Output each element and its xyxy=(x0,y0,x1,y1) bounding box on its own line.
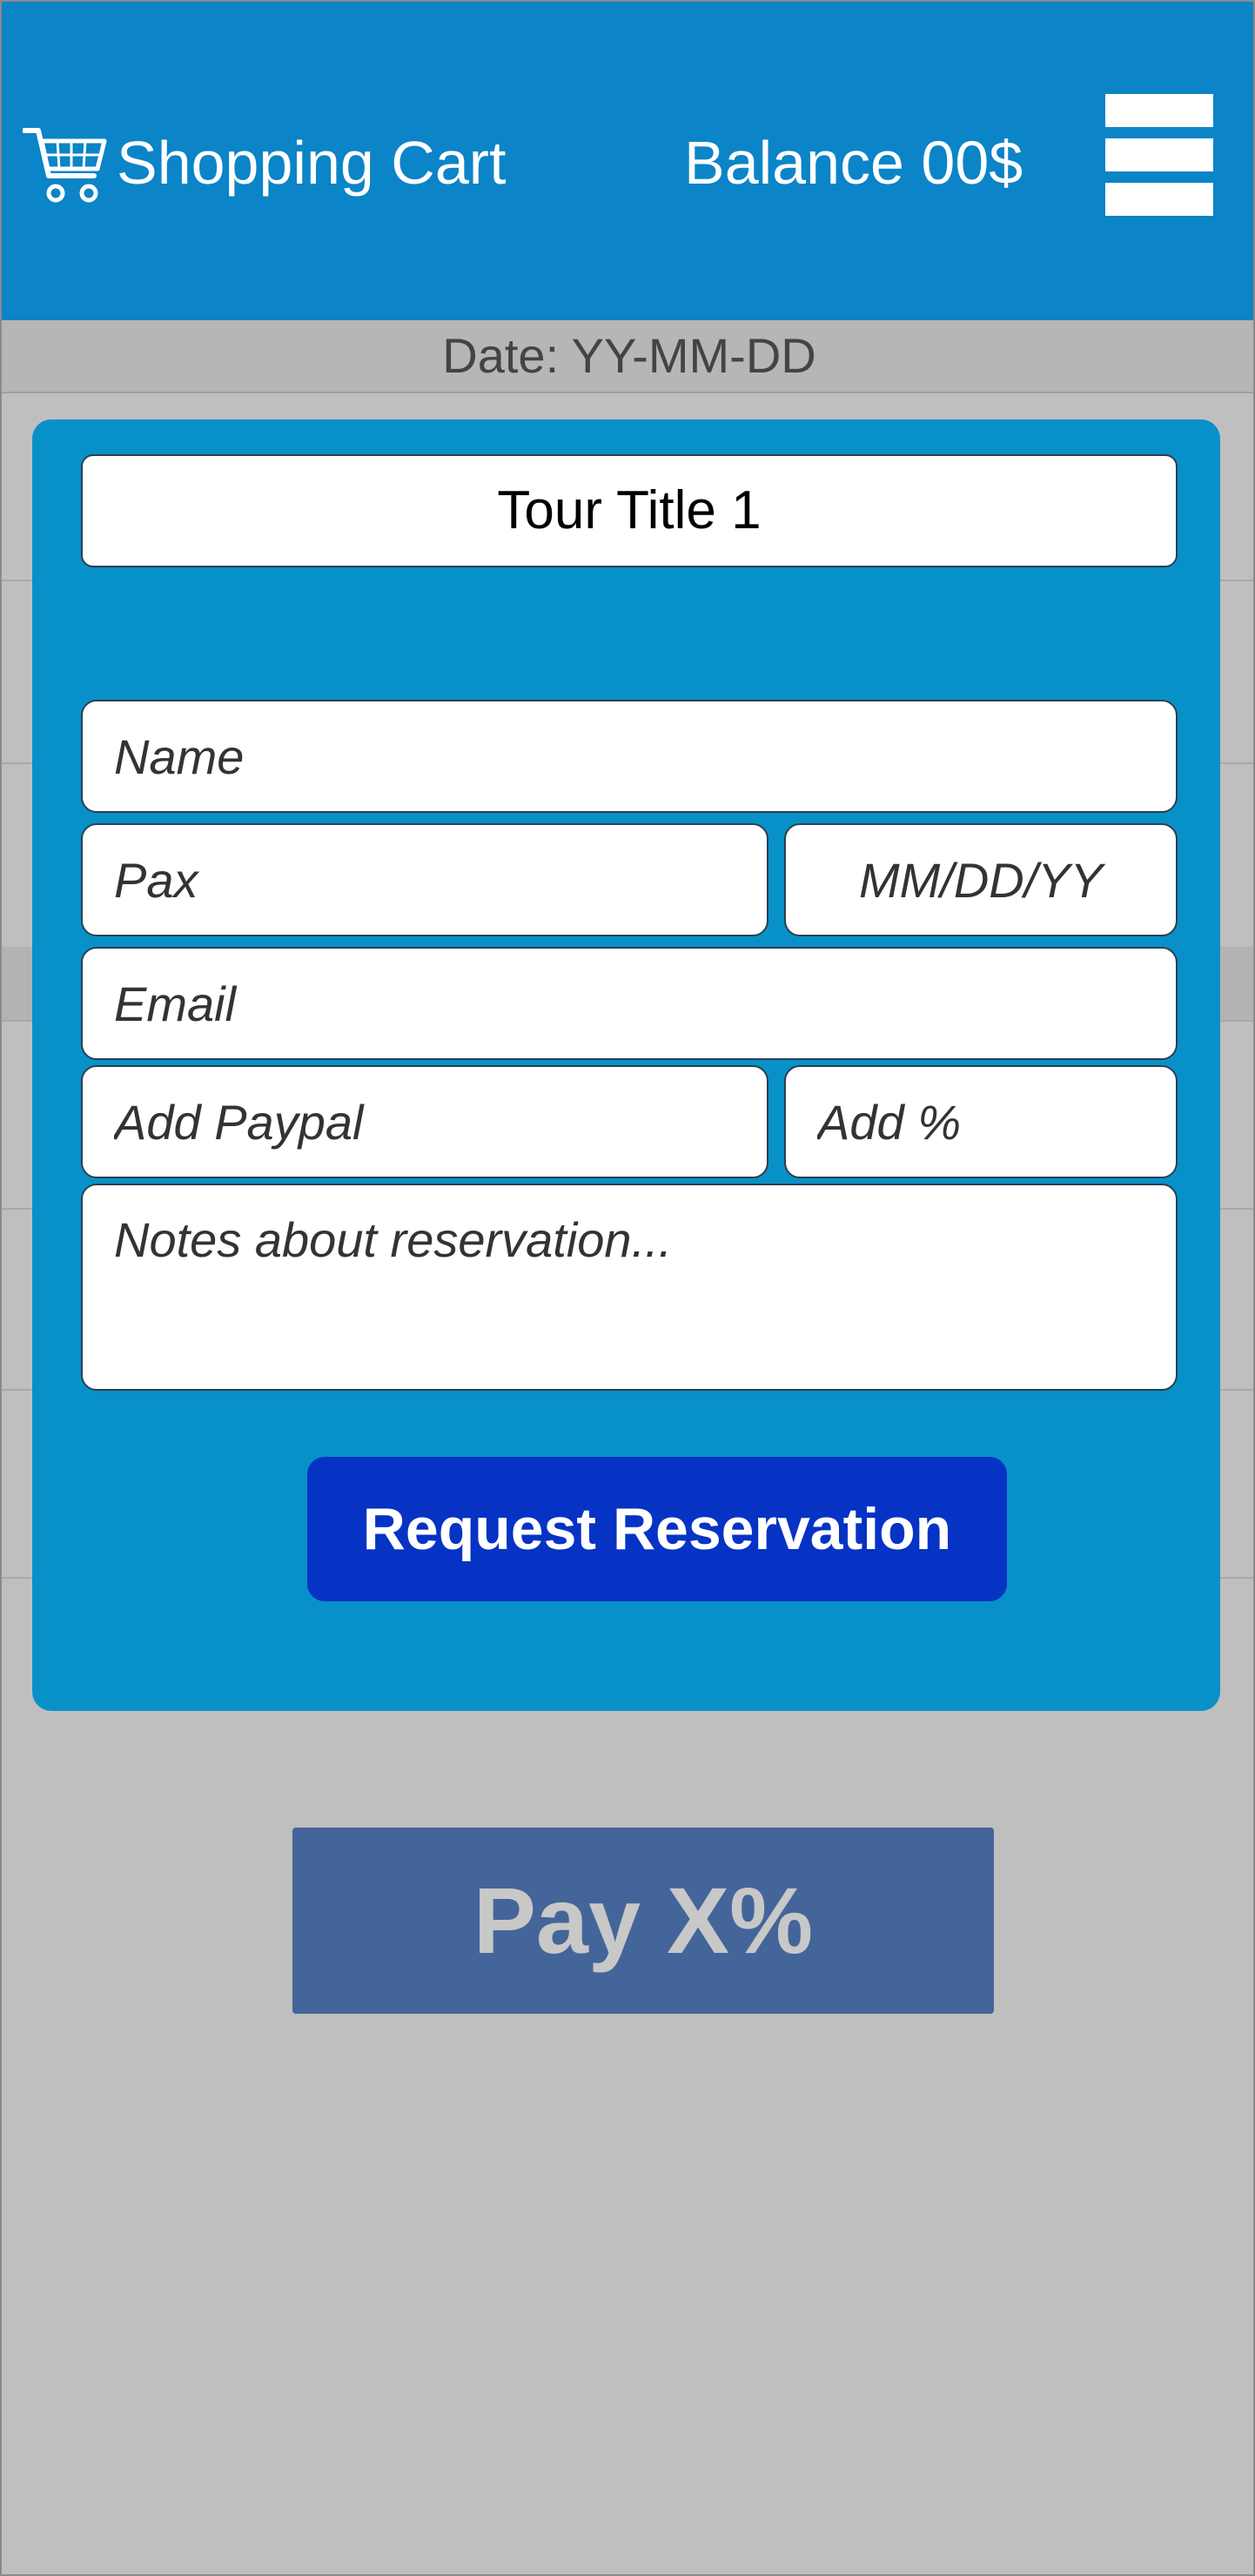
email-input[interactable] xyxy=(81,947,1178,1060)
menu-bar xyxy=(1105,183,1213,216)
menu-bar xyxy=(1105,138,1213,171)
app-screen: Shopping Cart Balance 00$ Date: YY-MM-DD… xyxy=(0,0,1255,2576)
shopping-cart-label[interactable]: Shopping Cart xyxy=(117,124,507,202)
tour-title: Tour Title 1 xyxy=(81,454,1178,567)
notes-textarea[interactable] xyxy=(81,1184,1178,1391)
hamburger-menu-icon[interactable] xyxy=(1105,94,1213,216)
paypal-input[interactable] xyxy=(81,1065,768,1178)
reservation-modal: Tour Title 1 Request Reservation xyxy=(32,419,1220,1711)
balance-label: Balance 00$ xyxy=(684,129,1023,197)
menu-bar xyxy=(1105,94,1213,127)
date-input[interactable] xyxy=(784,823,1178,936)
date-bar: Date: YY-MM-DD xyxy=(2,320,1253,393)
name-input[interactable] xyxy=(81,700,1178,813)
app-header: Shopping Cart Balance 00$ xyxy=(2,2,1253,320)
percent-input[interactable] xyxy=(784,1065,1178,1178)
pay-button[interactable]: Pay X% xyxy=(292,1828,994,2014)
pax-input[interactable] xyxy=(81,823,768,936)
request-reservation-button[interactable]: Request Reservation xyxy=(307,1457,1007,1601)
shopping-cart-icon[interactable] xyxy=(23,122,108,205)
